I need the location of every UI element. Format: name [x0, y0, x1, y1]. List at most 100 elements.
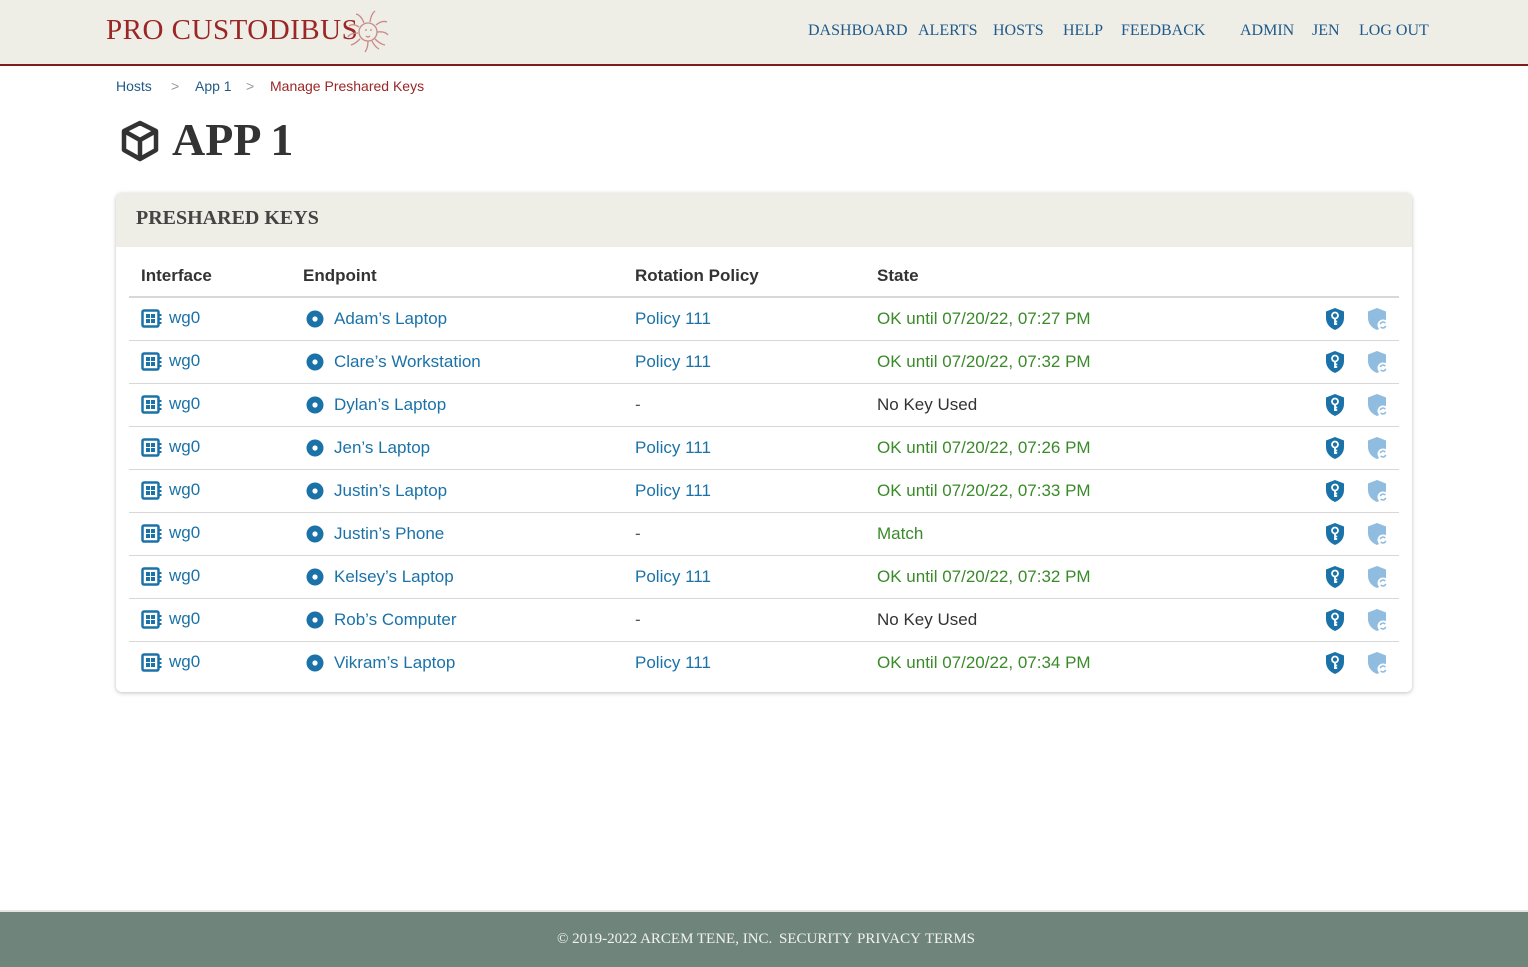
state-value: OK until 07/20/22, 07:34 PM: [877, 652, 1091, 672]
policy-cell: -: [623, 512, 865, 556]
column-header-state[interactable]: State: [865, 255, 1235, 298]
interface-cell: wg0: [129, 555, 291, 599]
table-row: wg0 Kelsey’s Laptop Policy 111 OK until …: [129, 555, 1399, 599]
endpoint-name: Justin’s Phone: [334, 523, 445, 543]
interface-link[interactable]: wg0: [141, 480, 201, 500]
nav-hosts[interactable]: Hosts: [993, 22, 1044, 40]
interface-link[interactable]: wg0: [141, 609, 201, 629]
interface-icon: [141, 524, 162, 543]
nav-dashboard[interactable]: Dashboard: [808, 22, 908, 40]
actions-cell: [1235, 469, 1399, 513]
actions-cell: [1235, 426, 1399, 470]
nav-admin[interactable]: Admin: [1240, 22, 1294, 40]
breadcrumb-hosts[interactable]: Hosts: [116, 78, 152, 94]
endpoint-link[interactable]: Rob’s Computer: [303, 610, 457, 629]
top-navbar: PRO CUSTODIBUS Dashboard Alerts Hosts He…: [0, 0, 1528, 66]
endpoint-name: Justin’s Laptop: [334, 480, 448, 500]
brand-name[interactable]: PRO CUSTODIBUS: [106, 14, 358, 47]
shield-key-icon[interactable]: [1324, 608, 1346, 632]
table-row: wg0 Rob’s Computer - No Key Used: [129, 598, 1399, 642]
policy-link[interactable]: Policy 111: [635, 481, 711, 500]
policy-link[interactable]: Policy 111: [635, 438, 711, 457]
endpoint-cell: Rob’s Computer: [291, 598, 623, 642]
policy-link[interactable]: Policy 111: [635, 352, 711, 371]
shield-rotate-icon[interactable]: [1367, 522, 1389, 546]
nav-feedback[interactable]: Feedback: [1121, 22, 1205, 40]
policy-link[interactable]: Policy 111: [635, 567, 711, 586]
table-row: wg0 Justin’s Laptop Policy 111 OK until …: [129, 469, 1399, 513]
column-header-endpoint[interactable]: Endpoint: [291, 255, 623, 298]
actions-cell: [1235, 555, 1399, 599]
shield-key-icon[interactable]: [1324, 522, 1346, 546]
interface-name: wg0: [169, 609, 201, 629]
interface-icon: [141, 610, 162, 629]
endpoint-link[interactable]: Vikram’s Laptop: [303, 653, 455, 672]
preshared-keys-panel: Preshared Keys Interface Endpoint Rotati…: [116, 193, 1412, 692]
shield-key-icon[interactable]: [1324, 479, 1346, 503]
state-cell: OK until 07/20/22, 07:26 PM: [865, 426, 1235, 470]
shield-rotate-icon[interactable]: [1367, 307, 1389, 331]
endpoint-icon: [306, 611, 324, 629]
panel-title: Preshared Keys: [136, 207, 319, 229]
table-row: wg0 Dylan’s Laptop - No Key Used: [129, 383, 1399, 427]
nav-user[interactable]: Jen: [1312, 22, 1340, 40]
interface-link[interactable]: wg0: [141, 652, 200, 672]
policy-link[interactable]: Policy 111: [635, 309, 711, 328]
shield-key-icon[interactable]: [1324, 350, 1346, 374]
shield-key-icon[interactable]: [1324, 393, 1346, 417]
shield-rotate-icon[interactable]: [1367, 651, 1389, 675]
interface-name: wg0: [169, 308, 201, 328]
footer-link-terms[interactable]: Terms: [925, 931, 975, 948]
column-header-interface[interactable]: Interface: [129, 255, 291, 298]
shield-key-icon[interactable]: [1324, 651, 1346, 675]
shield-key-icon[interactable]: [1324, 436, 1346, 460]
nav-logout[interactable]: Log Out: [1359, 22, 1429, 40]
nav-help[interactable]: Help: [1063, 22, 1103, 40]
nav-alerts[interactable]: Alerts: [918, 22, 977, 40]
table-row: wg0 Vikram’s Laptop Policy 111 OK until …: [129, 641, 1399, 684]
table-row: wg0 Jen’s Laptop Policy 111 OK until 07/…: [129, 426, 1399, 470]
interface-link[interactable]: wg0: [141, 437, 200, 457]
endpoint-link[interactable]: Kelsey’s Laptop: [303, 567, 454, 586]
interface-link[interactable]: wg0: [141, 523, 200, 543]
breadcrumb-separator: >: [246, 78, 255, 94]
interface-link[interactable]: wg0: [141, 566, 200, 586]
footer-link-security[interactable]: Security: [779, 931, 852, 948]
interface-name: wg0: [169, 394, 201, 414]
endpoint-name: Jen’s Laptop: [334, 437, 431, 457]
footer-link-privacy[interactable]: Privacy: [857, 931, 921, 948]
column-header-rotation-policy[interactable]: Rotation Policy: [623, 255, 865, 298]
endpoint-link[interactable]: Clare’s Workstation: [303, 352, 481, 371]
shield-key-icon[interactable]: [1324, 565, 1346, 589]
interface-name: wg0: [169, 480, 201, 500]
interface-icon: [141, 567, 162, 586]
breadcrumb-app[interactable]: App 1: [195, 78, 232, 94]
policy-value: -: [635, 609, 641, 629]
endpoint-link[interactable]: Adam’s Laptop: [303, 309, 447, 328]
shield-rotate-icon[interactable]: [1367, 393, 1389, 417]
shield-key-icon[interactable]: [1324, 307, 1346, 331]
endpoint-name: Clare’s Workstation: [334, 351, 481, 371]
endpoint-link[interactable]: Jen’s Laptop: [303, 438, 430, 457]
state-value: OK until 07/20/22, 07:33 PM: [877, 480, 1091, 500]
endpoint-icon: [306, 396, 324, 414]
policy-link[interactable]: Policy 111: [635, 653, 711, 672]
interface-link[interactable]: wg0: [141, 308, 201, 328]
endpoint-link[interactable]: Justin’s Laptop: [303, 481, 447, 500]
shield-rotate-icon[interactable]: [1367, 608, 1389, 632]
shield-rotate-icon[interactable]: [1367, 436, 1389, 460]
state-value: No Key Used: [877, 394, 978, 414]
interface-link[interactable]: wg0: [141, 351, 200, 371]
shield-rotate-icon[interactable]: [1367, 350, 1389, 374]
preshared-keys-table: Interface Endpoint Rotation Policy State…: [129, 255, 1399, 684]
shield-rotate-icon[interactable]: [1367, 479, 1389, 503]
medusa-logo-icon[interactable]: [344, 9, 392, 55]
endpoint-cell: Kelsey’s Laptop: [291, 555, 623, 599]
interface-icon: [141, 352, 162, 371]
endpoint-link[interactable]: Justin’s Phone: [303, 524, 444, 543]
shield-rotate-icon[interactable]: [1367, 565, 1389, 589]
endpoint-link[interactable]: Dylan’s Laptop: [303, 395, 446, 414]
interface-cell: wg0: [129, 340, 291, 384]
endpoint-cell: Justin’s Laptop: [291, 469, 623, 513]
interface-link[interactable]: wg0: [141, 394, 201, 414]
